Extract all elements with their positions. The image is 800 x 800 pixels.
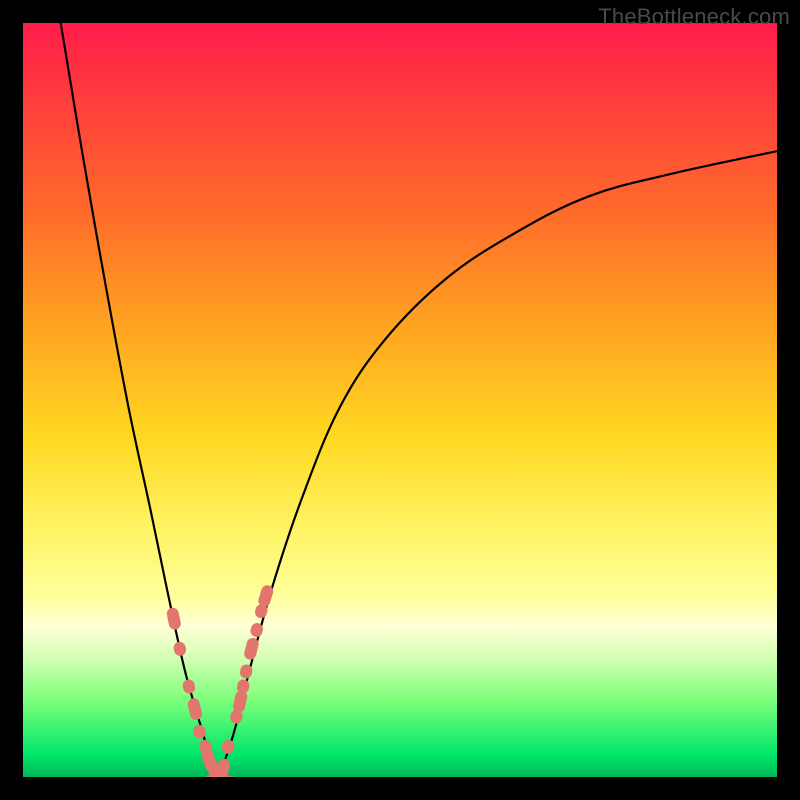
data-marker — [166, 607, 182, 631]
curve-right-branch — [219, 151, 777, 777]
chart-container: TheBottleneck.com — [0, 0, 800, 800]
data-marker — [232, 690, 249, 714]
data-marker — [187, 697, 204, 721]
data-marker — [243, 637, 260, 661]
data-marker — [172, 641, 187, 657]
curve-left-branch — [61, 23, 219, 777]
data-marker — [181, 678, 196, 694]
data-marker — [221, 739, 236, 756]
plot-area — [23, 23, 777, 777]
curves-svg — [23, 23, 777, 777]
watermark-label: TheBottleneck.com — [598, 4, 790, 30]
